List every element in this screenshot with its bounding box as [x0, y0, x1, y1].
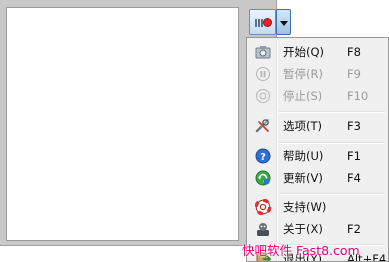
lifebuoy-icon [255, 199, 271, 215]
menu-item-label: 暂停(R) [283, 67, 323, 81]
context-menu: 开始(Q) F8 暂停(R) F9 停止(S) F10 选项(T) F3 ? 帮… [246, 37, 389, 262]
menu-dropdown-button[interactable] [276, 9, 291, 35]
menu-item-options[interactable]: 选项(T) F3 [249, 115, 386, 137]
camera-icon [255, 46, 271, 59]
about-icon [257, 223, 269, 236]
menu-item-label: 选项(T) [283, 119, 322, 133]
record-button[interactable] [249, 9, 276, 35]
menu-item-shortcut: F1 [347, 149, 361, 163]
menu-separator [279, 142, 385, 144]
menu-item-label: 更新(V) [283, 171, 323, 185]
pause-icon [256, 67, 270, 81]
menu-item-shortcut: F2 [347, 222, 361, 236]
capture-area [6, 7, 239, 241]
menu-item-pause[interactable]: 暂停(R) F9 [249, 63, 386, 85]
menu-item-stop[interactable]: 停止(S) F10 [249, 85, 386, 107]
menu-item-label: 支持(W) [283, 200, 327, 214]
menu-item-about[interactable]: 关于(X) F2 [249, 218, 386, 240]
tools-icon [255, 119, 269, 133]
record-dot-icon [263, 18, 272, 27]
menu-item-label: 开始(Q) [283, 45, 325, 59]
menu-item-shortcut: F3 [347, 119, 361, 133]
pause-bars-icon [255, 19, 263, 27]
menu-item-label: 帮助(U) [283, 149, 324, 163]
watermark-text: 快吧软件 Fast8.com [242, 243, 360, 258]
menu-item-shortcut: F8 [347, 45, 361, 59]
stop-icon [256, 89, 270, 103]
update-icon [255, 170, 271, 186]
menu-item-start[interactable]: 开始(Q) F8 [249, 41, 386, 63]
menu-item-shortcut: F10 [347, 89, 369, 103]
menu-item-update[interactable]: 更新(V) F4 [249, 167, 386, 189]
menu-item-help[interactable]: ? 帮助(U) F1 [249, 145, 386, 167]
help-icon: ? [255, 148, 271, 164]
menu-item-label: 关于(X) [283, 222, 323, 236]
recorder-window [0, 0, 277, 246]
menu-separator [279, 111, 385, 113]
menu-item-support[interactable]: 支持(W) [249, 196, 386, 218]
chevron-down-icon [280, 21, 288, 26]
menu-item-shortcut: F9 [347, 67, 361, 81]
menu-separator [279, 193, 385, 195]
svg-text:?: ? [260, 152, 266, 163]
menu-item-label: 停止(S) [283, 89, 323, 103]
menu-item-shortcut: F4 [347, 171, 361, 185]
